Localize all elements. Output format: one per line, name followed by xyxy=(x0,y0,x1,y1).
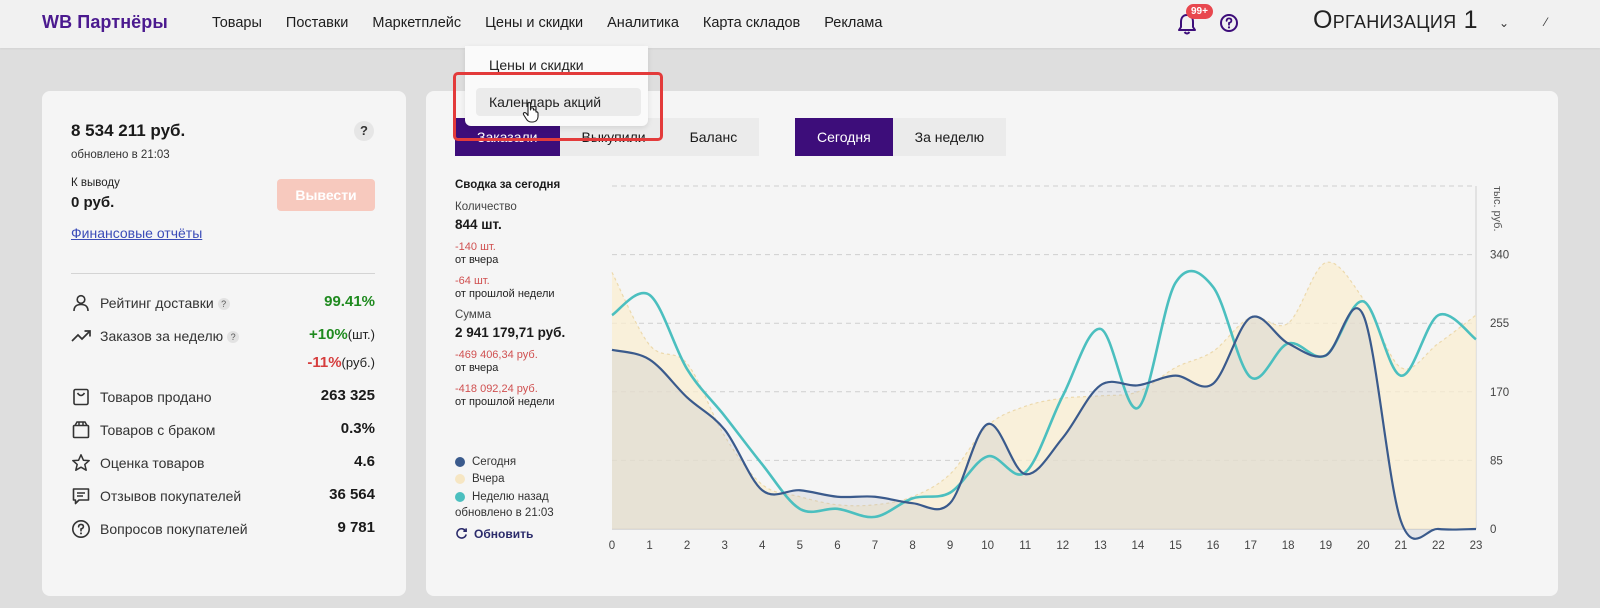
nav-item-prices[interactable]: Цены и скидки xyxy=(485,15,583,31)
x-tick-label: 4 xyxy=(759,540,766,552)
brand-logo[interactable]: WB Партнёры xyxy=(42,12,168,33)
finance-card: 8 534 211 руб. обновлено в 21:03 ? К выв… xyxy=(42,91,406,596)
x-tick-label: 8 xyxy=(909,540,915,552)
x-tick-label: 15 xyxy=(1169,540,1182,552)
x-tick-label: 14 xyxy=(1132,540,1145,552)
help-icon[interactable] xyxy=(1219,13,1239,33)
stat-label: Заказов за неделю xyxy=(100,328,224,344)
comment-icon xyxy=(72,488,90,505)
profile-chevron-icon[interactable]: ⁄ xyxy=(1545,15,1547,29)
y-tick-label: 255 xyxy=(1490,318,1509,330)
to-withdraw-amount: 0 руб. xyxy=(71,194,115,211)
x-tick-label: 0 xyxy=(609,540,615,552)
stat-value: 36 564 xyxy=(329,486,375,503)
x-tick-label: 12 xyxy=(1056,540,1069,552)
x-tick-label: 17 xyxy=(1244,540,1257,552)
stat-value-rub: -11% xyxy=(307,354,342,371)
menu-item-prices-discounts[interactable]: Цены и скидки xyxy=(489,57,584,73)
y-axis-label: тыс. руб. xyxy=(1491,186,1503,232)
main-nav: Товары Поставки Маркетплейс Цены и скидк… xyxy=(212,15,906,31)
nav-item-marketplace[interactable]: Маркетплейс xyxy=(372,15,461,31)
stat-value-qty: +10% xyxy=(308,326,348,343)
x-tick-label: 9 xyxy=(947,540,953,552)
y-tick-label: 170 xyxy=(1490,387,1509,399)
nav-item-analytics[interactable]: Аналитика xyxy=(607,15,679,31)
stat-customer-reviews: Отзывов покупателей 36 564 xyxy=(71,485,375,507)
notifications-badge: 99+ xyxy=(1186,4,1213,19)
help-icon[interactable]: ? xyxy=(354,121,374,141)
x-tick-label: 5 xyxy=(797,540,803,552)
stat-label: Товаров продано xyxy=(100,389,212,405)
trending-up-icon xyxy=(71,330,91,342)
x-tick-label: 11 xyxy=(1019,540,1031,552)
stat-label: Рейтинг доставки xyxy=(100,295,214,311)
balance-updated-time: обновлено в 21:03 xyxy=(71,149,170,161)
help-icon[interactable]: ? xyxy=(217,298,230,310)
orders-dashboard-card: Заказали Выкупили Баланс Сегодня За неде… xyxy=(426,91,1558,596)
divider xyxy=(71,273,375,274)
user-icon xyxy=(73,294,89,312)
x-tick-label: 16 xyxy=(1207,540,1220,552)
y-tick-label: 0 xyxy=(1490,524,1496,536)
x-tick-label: 7 xyxy=(872,540,878,552)
x-tick-label: 10 xyxy=(981,540,994,552)
shopping-bag-icon xyxy=(73,388,89,406)
x-tick-label: 20 xyxy=(1357,540,1370,552)
stat-weekly-orders-rub: -11%(руб.) xyxy=(71,353,375,375)
x-tick-label: 18 xyxy=(1282,540,1295,552)
organization-switcher[interactable]: Организация 1 xyxy=(1313,6,1478,35)
chevron-down-icon[interactable]: ⌄ xyxy=(1499,16,1509,30)
stat-label: Товаров с браком xyxy=(100,422,216,438)
nav-item-supplies[interactable]: Поставки xyxy=(286,15,348,31)
nav-item-ads[interactable]: Реклама xyxy=(824,15,882,31)
box-icon xyxy=(72,421,90,439)
withdraw-button[interactable]: Вывести xyxy=(277,179,375,211)
stat-defective-goods: Товаров с браком 0.3% xyxy=(71,419,375,441)
question-circle-icon xyxy=(72,520,90,538)
hand-cursor-icon xyxy=(522,101,539,123)
stat-value: 263 325 xyxy=(320,387,375,404)
stat-customer-questions: Вопросов покупателей 9 781 xyxy=(71,518,375,540)
stat-goods-sold: Товаров продано 263 325 xyxy=(71,386,375,408)
to-withdraw-label: К выводу xyxy=(71,177,120,189)
x-tick-label: 21 xyxy=(1394,540,1407,552)
stat-delivery-rating: Рейтинг доставки? 99.41% xyxy=(71,292,375,314)
x-tick-label: 2 xyxy=(684,540,690,552)
y-tick-label: 340 xyxy=(1490,250,1509,262)
stat-unit-qty: (шт.) xyxy=(347,327,375,342)
nav-item-goods[interactable]: Товары xyxy=(212,15,262,31)
financial-reports-link[interactable]: Финансовые отчёты xyxy=(71,225,202,241)
x-tick-label: 3 xyxy=(721,540,727,552)
help-icon[interactable]: ? xyxy=(227,331,240,343)
x-tick-label: 6 xyxy=(834,540,840,552)
balance-amount: 8 534 211 руб. xyxy=(71,121,186,140)
x-tick-label: 13 xyxy=(1094,540,1107,552)
stat-weekly-orders: Заказов за неделю? +10%(шт.) xyxy=(71,325,375,347)
stat-label: Оценка товаров xyxy=(100,455,205,471)
nav-item-warehouse-map[interactable]: Карта складов xyxy=(703,15,800,31)
stat-value: 0.3% xyxy=(340,420,375,437)
x-tick-label: 19 xyxy=(1319,540,1332,552)
stat-label: Отзывов покупателей xyxy=(100,488,242,504)
menu-item-promo-calendar[interactable]: Календарь акций xyxy=(476,88,641,116)
stat-unit-rub: (руб.) xyxy=(341,355,375,370)
stat-value: 9 781 xyxy=(337,519,375,536)
x-tick-label: 1 xyxy=(646,540,652,552)
stat-label: Вопросов покупателей xyxy=(100,521,248,537)
y-tick-label: 85 xyxy=(1490,455,1503,467)
stat-value: 4.6 xyxy=(354,453,375,470)
top-navbar: WB Партнёры Товары Поставки Маркетплейс … xyxy=(0,0,1600,48)
orders-line-chart: 0 1 2 3 4 5 6 7 8 9 10 11 12 13 14 15 16 17 18 19 20 21 22 2308… xyxy=(609,185,1509,552)
star-icon xyxy=(72,454,90,471)
x-tick-label: 22 xyxy=(1432,540,1445,552)
stat-value: 99.41% xyxy=(324,293,375,310)
x-tick-label: 23 xyxy=(1470,540,1483,552)
stat-goods-rating: Оценка товаров 4.6 xyxy=(71,452,375,474)
